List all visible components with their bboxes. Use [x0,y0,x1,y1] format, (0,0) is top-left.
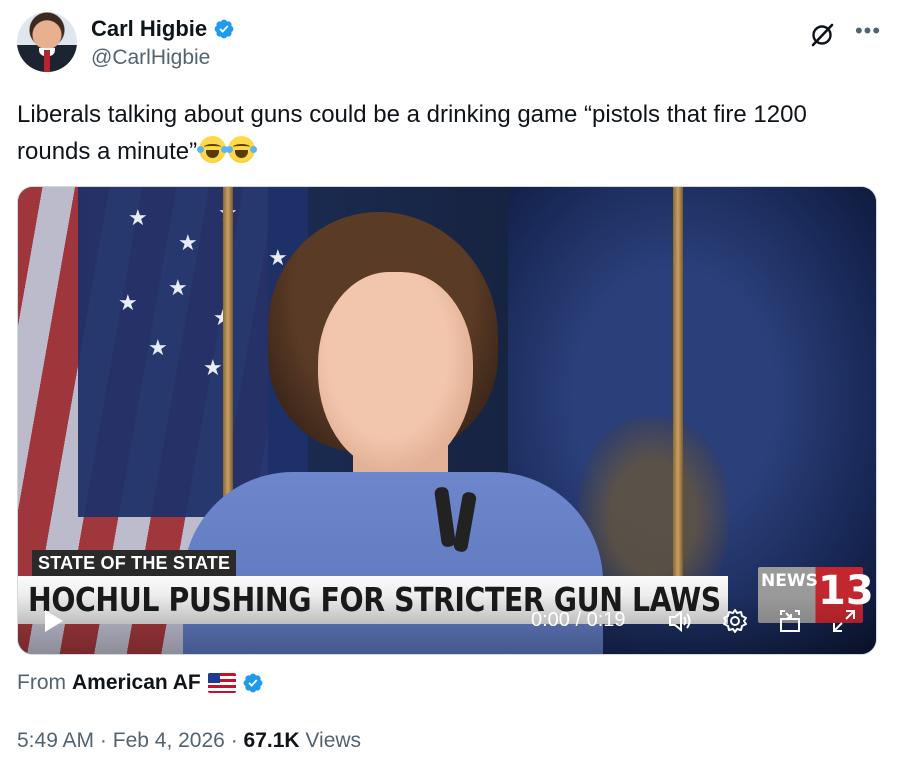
pip-icon[interactable] [776,607,804,635]
flag-star: ★ [148,335,168,360]
author-avatar[interactable] [17,12,77,72]
tweet-date[interactable]: Feb 4, 2026 [113,729,225,752]
tweet-body: Liberals talking about guns could be a d… [17,101,807,165]
verified-badge-icon [243,673,263,693]
flag-star: ★ [128,205,148,230]
lower-third-label: STATE OF THE STATE [32,550,237,576]
flag-star: ★ [168,275,188,300]
author-display-name[interactable]: Carl Higbie [91,16,207,42]
laughing-emoji-icon [226,136,258,163]
video-time: 0:00 / 0:19 [531,609,626,631]
flag-star: ★ [118,290,138,315]
tweet-time[interactable]: 5:49 AM [17,729,94,752]
source-name[interactable]: American AF [72,671,201,695]
laughing-emoji-icon [197,136,229,163]
tweet-text: Liberals talking about guns could be a d… [17,96,877,170]
flag-pole [673,187,683,587]
video-player[interactable]: ★ ★ ★ ★ ★ ★ ★ ★ ★ STATE OF THE STATE HOC… [17,186,877,655]
author-name-row: Carl Higbie [91,16,235,42]
flag-star: ★ [203,355,223,380]
avatar-tie [44,50,50,72]
verified-badge-icon [214,19,234,39]
meta-separator: · [99,729,107,752]
source-prefix: From [17,671,66,694]
tweet-meta: 5:49 AM · Feb 4, 2026 · 67.1K Views [17,729,361,753]
flag-star: ★ [178,230,198,255]
meta-separator: · [230,729,238,752]
more-dots-icon[interactable]: ••• [853,18,883,44]
video-source-attribution: From American AF [17,671,264,695]
fullscreen-icon[interactable] [830,607,858,635]
us-flag-emoji-icon [207,673,236,693]
grok-icon[interactable] [809,22,835,48]
play-icon[interactable] [40,608,66,634]
tweet-header: Carl Higbie @CarlHigbie ••• [17,12,883,76]
views-label: Views [305,729,362,752]
station-logo-text: NEWS [761,571,818,591]
views-count: 67.1K [243,729,300,752]
settings-icon[interactable] [721,607,749,635]
author-handle[interactable]: @CarlHigbie [91,46,210,70]
speaker-face [318,272,473,472]
volume-icon[interactable] [666,607,694,635]
